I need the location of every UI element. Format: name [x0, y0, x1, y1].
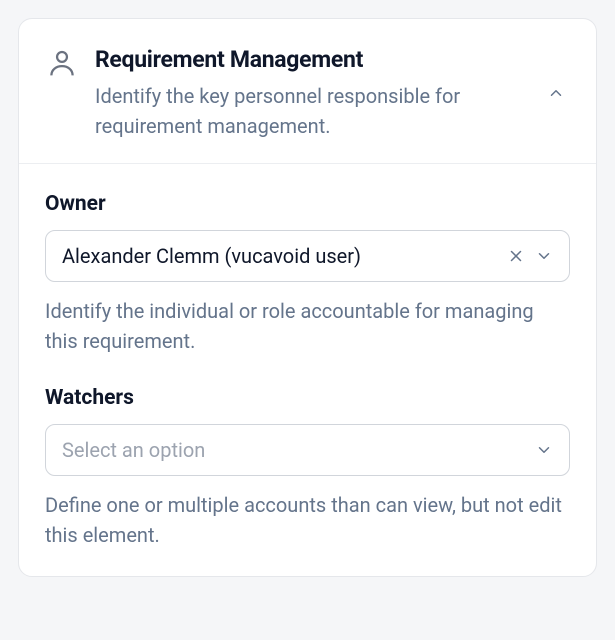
card-body: Owner Alexander Clemm (vucavoid user): [19, 164, 596, 576]
owner-select-actions: [507, 247, 553, 265]
close-icon: [507, 247, 525, 265]
requirement-management-card: Requirement Management Identify the key …: [18, 18, 597, 577]
chevron-up-icon: [547, 84, 565, 102]
header-text: Requirement Management Identify the key …: [95, 45, 526, 141]
owner-dropdown-button[interactable]: [535, 247, 553, 265]
owner-select[interactable]: Alexander Clemm (vucavoid user): [45, 230, 570, 282]
watchers-dropdown-button[interactable]: [535, 441, 553, 459]
watchers-label: Watchers: [45, 386, 570, 410]
collapse-button[interactable]: [542, 79, 570, 107]
card-title: Requirement Management: [95, 45, 526, 75]
owner-label: Owner: [45, 192, 570, 216]
owner-help-text: Identify the individual or role accounta…: [45, 296, 570, 356]
watchers-field: Watchers Select an option Define one or …: [45, 386, 570, 550]
owner-field: Owner Alexander Clemm (vucavoid user): [45, 192, 570, 356]
card-subtitle: Identify the key personnel responsible f…: [95, 81, 526, 141]
watchers-select-placeholder: Select an option: [62, 438, 535, 462]
watchers-select[interactable]: Select an option: [45, 424, 570, 476]
watchers-help-text: Define one or multiple accounts than can…: [45, 490, 570, 550]
watchers-select-actions: [535, 441, 553, 459]
chevron-down-icon: [535, 441, 553, 459]
person-icon: [45, 47, 79, 81]
card-header: Requirement Management Identify the key …: [19, 19, 596, 164]
chevron-down-icon: [535, 247, 553, 265]
owner-select-value: Alexander Clemm (vucavoid user): [62, 244, 507, 268]
owner-clear-button[interactable]: [507, 247, 525, 265]
